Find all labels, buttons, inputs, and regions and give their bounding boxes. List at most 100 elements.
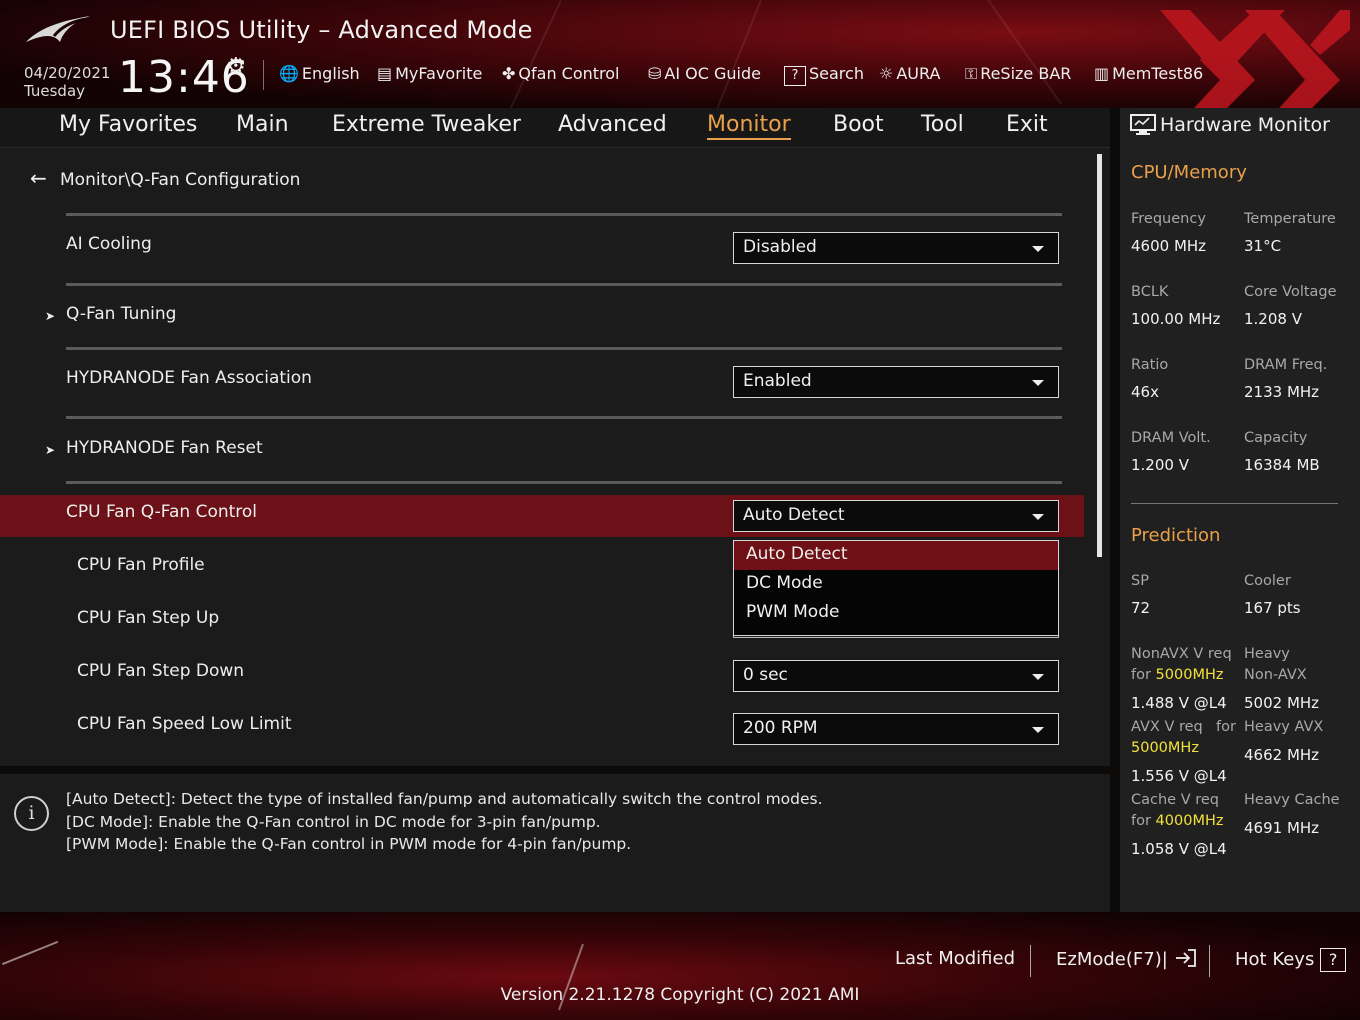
hw-core-voltage-value: 1.208 V xyxy=(1244,310,1302,328)
hw-ratio-label: Ratio xyxy=(1131,357,1169,373)
ai-cooling-value: Disabled xyxy=(743,237,817,257)
hw-divider xyxy=(1131,503,1338,504)
divider xyxy=(66,283,1062,286)
footer-divider xyxy=(1209,945,1210,977)
caret-down-icon xyxy=(1032,514,1044,520)
hw-nonavx-for-text: for xyxy=(1131,667,1151,683)
language-label: English xyxy=(301,64,360,83)
dropdown-options-list[interactable]: Auto Detect DC Mode PWM Mode xyxy=(733,540,1059,636)
hw-avx-for: for xyxy=(1216,719,1236,735)
hw-cache-for-text: for xyxy=(1131,813,1151,829)
ezmode-button[interactable]: EzMode(F7)| xyxy=(1056,948,1198,970)
tab-extreme-tweaker[interactable]: Extreme Tweaker xyxy=(332,112,521,137)
hw-ratio-value: 46x xyxy=(1131,383,1159,401)
hydranode-reset-item[interactable]: HYDRANODE Fan Reset xyxy=(66,438,263,458)
header-divider xyxy=(263,60,264,90)
hw-nonavx-freq: 5000MHz xyxy=(1155,667,1224,683)
cpu-fan-qfan-control-label: CPU Fan Q-Fan Control xyxy=(66,502,258,522)
tab-advanced[interactable]: Advanced xyxy=(558,112,667,137)
footer-divider xyxy=(1030,945,1031,977)
cpu-fan-profile-label: CPU Fan Profile xyxy=(77,555,205,575)
tab-my-favorites[interactable]: My Favorites xyxy=(59,112,197,137)
tab-exit[interactable]: Exit xyxy=(1006,112,1048,137)
cpu-fan-step-down-dropdown[interactable]: 0 sec xyxy=(733,660,1059,692)
app-title: UEFI BIOS Utility – Advanced Mode xyxy=(110,16,533,44)
ai-oc-icon: ⛁ xyxy=(648,64,662,83)
help-line-auto-detect: [Auto Detect]: Detect the type of instal… xyxy=(66,790,823,808)
cpu-fan-qfan-control-dropdown[interactable]: Auto Detect xyxy=(733,500,1059,532)
hw-heavy-nonavx-label-1: Heavy xyxy=(1244,646,1290,662)
qfan-control-button[interactable]: ✤ Qfan Control xyxy=(502,64,620,83)
tab-main[interactable]: Main xyxy=(236,112,289,137)
hw-bclk-value: 100.00 MHz xyxy=(1131,310,1221,328)
language-button[interactable]: 🌐 English xyxy=(279,64,360,83)
hydranode-association-value: Enabled xyxy=(743,371,812,391)
cpu-fan-speed-low-limit-label: CPU Fan Speed Low Limit xyxy=(77,714,292,734)
search-label: Search xyxy=(809,64,864,83)
hw-capacity-label: Capacity xyxy=(1244,430,1308,446)
divider xyxy=(66,347,1062,350)
hot-keys-button[interactable]: Hot Keys ? xyxy=(1235,948,1347,972)
cpu-memory-section-title: CPU/Memory xyxy=(1131,162,1247,183)
hw-frequency-label: Frequency xyxy=(1131,211,1206,227)
resize-bar-button[interactable]: ⚿ ReSize BAR xyxy=(965,64,1071,84)
hw-bclk-label: BCLK xyxy=(1131,284,1169,300)
ai-cooling-label: AI Cooling xyxy=(66,234,152,254)
gear-icon[interactable]: ⚙ xyxy=(226,54,246,79)
date-display: 04/20/2021 xyxy=(24,64,111,82)
hw-temperature-label: Temperature xyxy=(1244,211,1336,227)
tab-boot[interactable]: Boot xyxy=(833,112,884,137)
option-dc-mode[interactable]: DC Mode xyxy=(734,570,1058,599)
hydranode-association-dropdown[interactable]: Enabled xyxy=(733,366,1059,398)
aura-icon: ☼ xyxy=(879,64,894,83)
tab-monitor[interactable]: Monitor xyxy=(707,112,791,140)
breadcrumb[interactable]: ← Monitor\Q-Fan Configuration xyxy=(30,166,300,190)
option-pwm-mode[interactable]: PWM Mode xyxy=(734,599,1058,628)
search-button[interactable]: ? Search xyxy=(784,64,864,86)
hw-dram-freq-value: 2133 MHz xyxy=(1244,383,1320,401)
memtest-icon: ▥ xyxy=(1094,64,1110,83)
submenu-arrow-icon: ➤ xyxy=(45,309,56,323)
help-icon: ? xyxy=(1320,948,1347,972)
hw-avx-value: 1.556 V @L4 xyxy=(1131,767,1227,785)
ai-oc-guide-button[interactable]: ⛁ AI OC Guide xyxy=(648,64,761,83)
hw-heavy-avx-label: Heavy AVX xyxy=(1244,719,1324,735)
tab-tool[interactable]: Tool xyxy=(921,112,964,137)
hydranode-association-label: HYDRANODE Fan Association xyxy=(66,368,312,388)
cpu-fan-step-up-label: CPU Fan Step Up xyxy=(77,608,220,628)
aura-button[interactable]: ☼ AURA xyxy=(879,64,940,83)
fan-icon: ✤ xyxy=(502,64,516,83)
last-modified-button[interactable]: Last Modified xyxy=(895,948,1015,969)
myfavorite-button[interactable]: ▤ MyFavorite xyxy=(377,64,482,83)
exit-arrow-icon xyxy=(1175,949,1196,967)
hw-frequency-value: 4600 MHz xyxy=(1131,237,1207,255)
help-line-dc-mode: [DC Mode]: Enable the Q-Fan control in D… xyxy=(66,813,601,831)
caret-down-icon xyxy=(1032,674,1044,680)
cpu-fan-qfan-control-value: Auto Detect xyxy=(743,505,845,525)
hw-cache-for: for 4000MHz xyxy=(1131,813,1223,829)
hw-temperature-value: 31°C xyxy=(1244,237,1282,255)
hw-nonavx-value: 1.488 V @L4 xyxy=(1131,694,1227,712)
cpu-fan-speed-low-limit-dropdown[interactable]: 200 RPM xyxy=(733,713,1059,745)
hw-heavy-nonavx-value: 5002 MHz xyxy=(1244,694,1320,712)
prediction-section-title: Prediction xyxy=(1131,525,1221,546)
hw-heavy-cache-label: Heavy Cache xyxy=(1244,792,1340,808)
hw-nonavx-for: for 5000MHz xyxy=(1131,667,1223,683)
option-auto-detect[interactable]: Auto Detect xyxy=(734,541,1058,570)
hw-avx-label: AVX V req xyxy=(1131,719,1203,735)
hw-heavy-cache-value: 4691 MHz xyxy=(1244,819,1320,837)
ai-cooling-dropdown[interactable]: Disabled xyxy=(733,232,1059,264)
ai-oc-guide-label: AI OC Guide xyxy=(664,64,761,83)
hw-capacity-value: 16384 MB xyxy=(1244,456,1320,474)
hw-avx-freq: 5000MHz xyxy=(1131,740,1199,756)
hw-cache-freq: 4000MHz xyxy=(1155,813,1224,829)
hw-sp-label: SP xyxy=(1131,573,1149,589)
qfan-tuning-item[interactable]: Q-Fan Tuning xyxy=(66,304,176,324)
divider xyxy=(66,213,1062,216)
caret-down-icon xyxy=(1032,727,1044,733)
info-icon: i xyxy=(14,796,49,831)
caret-down-icon xyxy=(1032,246,1044,252)
back-arrow-icon[interactable]: ← xyxy=(30,166,60,190)
hw-cache-label: Cache V req xyxy=(1131,792,1219,808)
scrollbar[interactable] xyxy=(1097,154,1102,557)
